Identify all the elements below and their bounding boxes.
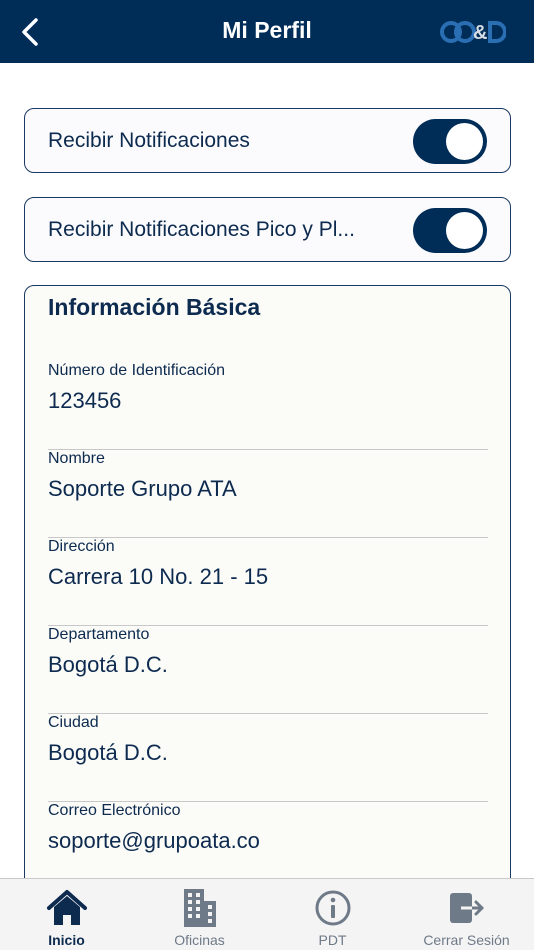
logout-icon xyxy=(445,886,489,930)
id-number-field: Número de Identificación 123456 xyxy=(48,362,488,450)
svg-text:&: & xyxy=(473,22,487,44)
app-header: Mi Perfil & xyxy=(0,0,534,63)
field-value: Bogotá D.C. xyxy=(48,740,168,765)
field-value: Carrera 10 No. 21 - 15 xyxy=(48,564,269,589)
field-value: 123456 xyxy=(48,388,122,413)
notifications-label: Recibir Notificaciones xyxy=(48,129,250,152)
bottom-tab-bar: Inicio Oficinas PDT Cerrar Sesión xyxy=(0,878,534,950)
field-label: Nombre xyxy=(48,450,105,467)
pico-y-placa-switch[interactable] xyxy=(413,208,487,253)
field-label: Departamento xyxy=(48,626,150,643)
field-value: soporte@grupoata.co xyxy=(48,828,260,853)
tab-label: Inicio xyxy=(48,932,85,948)
switch-knob xyxy=(446,123,483,160)
tab-pdt[interactable]: PDT xyxy=(266,879,399,950)
basic-info-card: Información Básica Número de Identificac… xyxy=(24,285,511,878)
address-field: Dirección Carrera 10 No. 21 - 15 xyxy=(48,538,488,626)
tab-cerrar-sesion[interactable]: Cerrar Sesión xyxy=(400,879,533,950)
pico-y-placa-toggle-row: Recibir Notificaciones Pico y Pl... xyxy=(24,197,511,262)
tab-label: Oficinas xyxy=(174,932,225,948)
pico-y-placa-label: Recibir Notificaciones Pico y Pl... xyxy=(48,218,355,241)
field-label: Dirección xyxy=(48,538,115,555)
tab-label: Cerrar Sesión xyxy=(423,932,510,948)
field-label: Ciudad xyxy=(48,714,99,731)
field-value: Soporte Grupo ATA xyxy=(48,476,237,501)
building-icon xyxy=(178,886,222,930)
switch-knob xyxy=(446,212,483,249)
tab-inicio[interactable]: Inicio xyxy=(0,879,133,950)
tab-oficinas[interactable]: Oficinas xyxy=(133,879,266,950)
field-value: Bogotá D.C. xyxy=(48,652,168,677)
city-field: Ciudad Bogotá D.C. xyxy=(48,714,488,802)
field-label: Número de Identificación xyxy=(48,362,225,379)
tab-label: PDT xyxy=(318,932,347,948)
basic-info-title: Información Básica xyxy=(48,294,261,320)
notifications-toggle-row: Recibir Notificaciones xyxy=(24,108,511,173)
email-field: Correo Electrónico soporte@grupoata.co xyxy=(48,802,488,878)
home-icon xyxy=(45,886,89,930)
name-field: Nombre Soporte Grupo ATA xyxy=(48,450,488,538)
info-icon xyxy=(311,886,355,930)
field-label: Correo Electrónico xyxy=(48,802,181,819)
profile-content[interactable]: Recibir Notificaciones Recibir Notificac… xyxy=(0,63,534,878)
department-field: Departamento Bogotá D.C. xyxy=(48,626,488,714)
company-logo: & xyxy=(440,21,506,44)
notifications-switch[interactable] xyxy=(413,119,487,164)
